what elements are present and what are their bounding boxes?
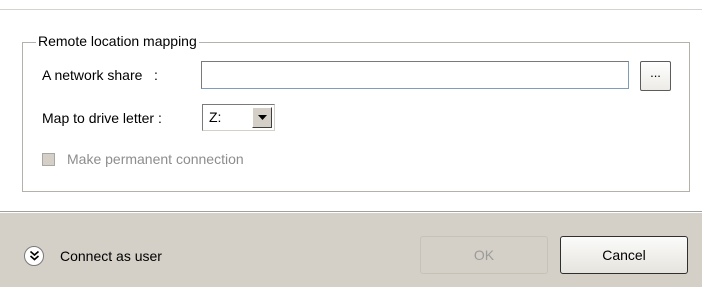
expand-chevron-icon[interactable] (24, 246, 44, 266)
drive-letter-value: Z: (209, 109, 222, 125)
network-share-label: A network share : (42, 67, 158, 83)
top-divider (0, 9, 702, 10)
connect-as-user-label[interactable]: Connect as user (60, 248, 162, 264)
caret-down-icon (258, 115, 267, 120)
cancel-button[interactable]: Cancel (560, 236, 688, 274)
permanent-connection-label: Make permanent connection (67, 151, 244, 167)
connect-as-user-toggle[interactable]: Connect as user (24, 245, 162, 267)
browse-button[interactable]: ... (640, 61, 671, 91)
dropdown-arrow-button[interactable] (252, 107, 272, 128)
drive-letter-select[interactable]: Z: (202, 104, 275, 131)
permanent-connection-checkbox[interactable] (42, 153, 55, 166)
drive-letter-label: Map to drive letter : (42, 110, 162, 126)
groupbox-title: Remote location mapping (36, 33, 199, 49)
ok-button[interactable]: OK (420, 236, 548, 274)
network-share-input[interactable] (201, 61, 629, 89)
